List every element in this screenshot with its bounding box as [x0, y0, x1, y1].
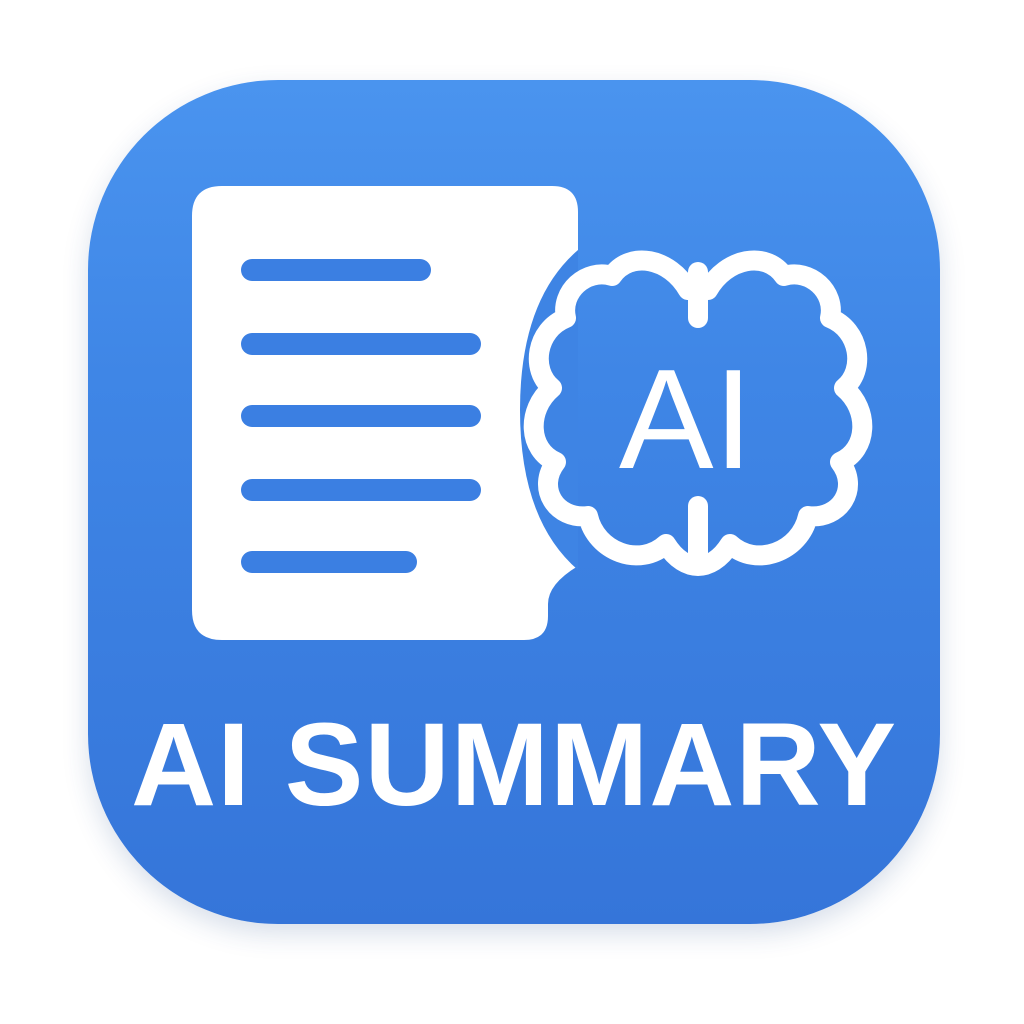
brain-label: AI — [619, 340, 753, 499]
document-icon — [192, 186, 578, 640]
app-title: AI SUMMARY — [130, 699, 898, 831]
app-icon-artwork: AI — [192, 186, 873, 640]
icon-canvas: AI AI SUMMARY — [0, 0, 1024, 1024]
